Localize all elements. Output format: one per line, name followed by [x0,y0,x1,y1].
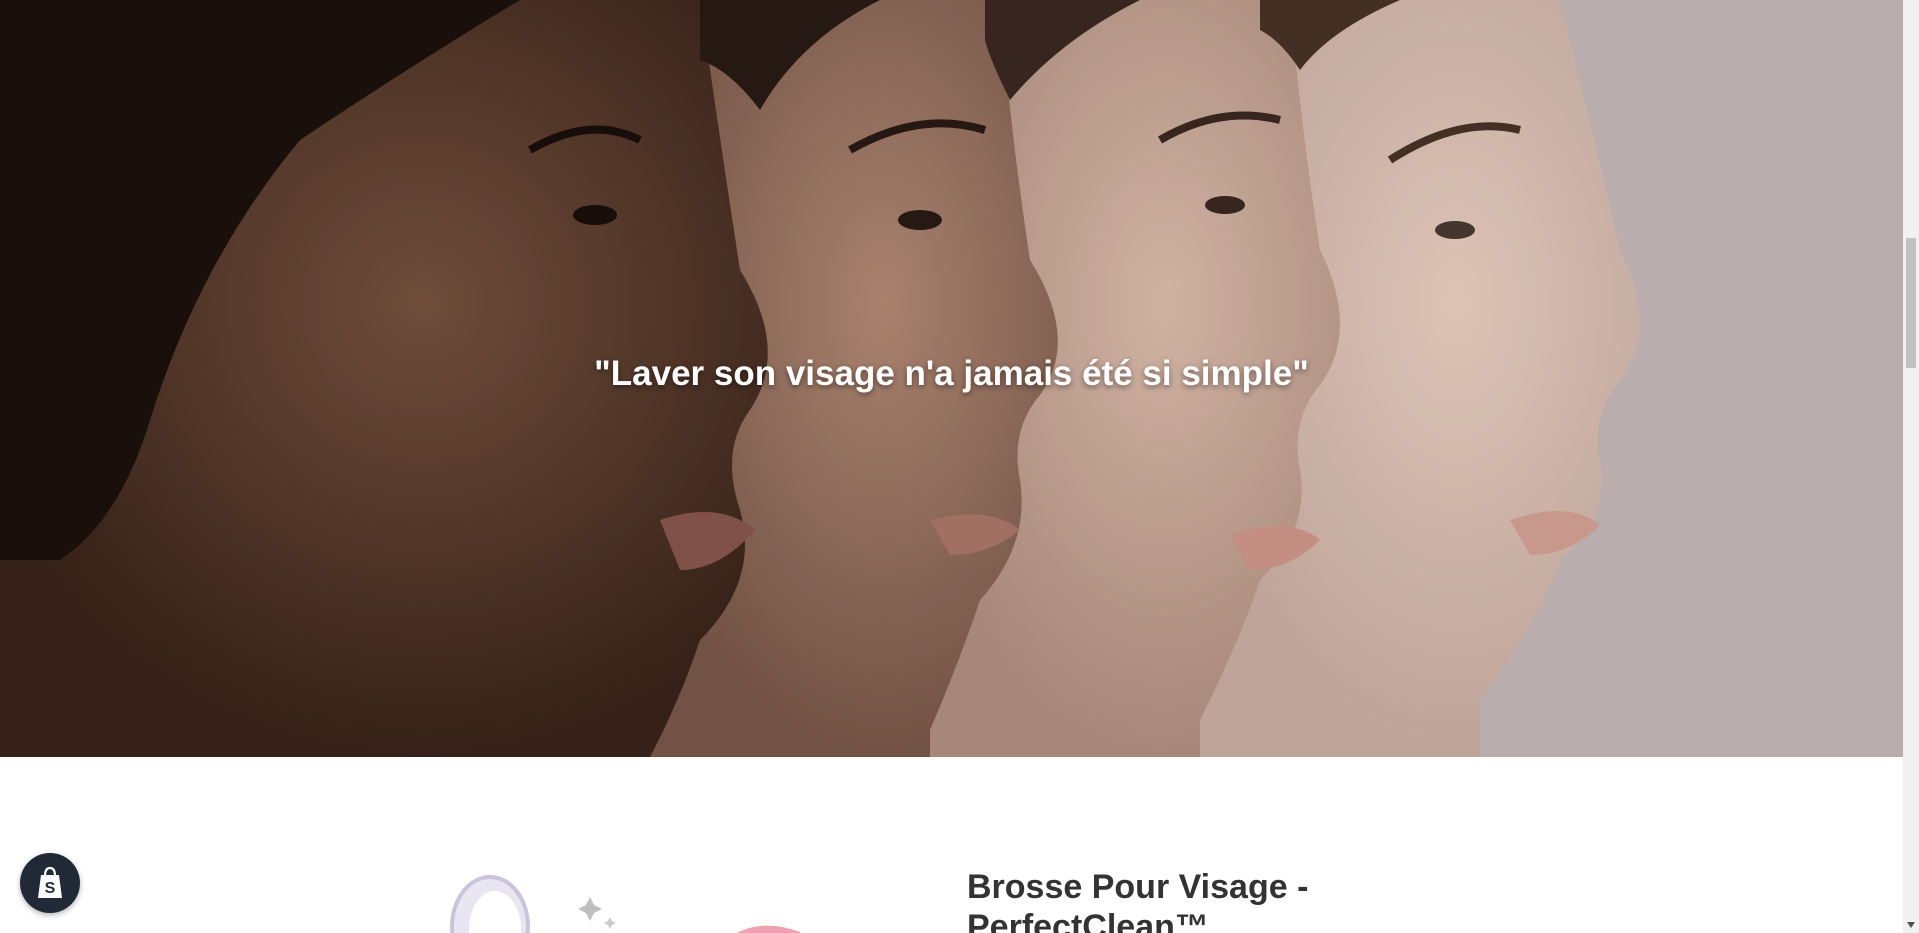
hero-quote: "Laver son visage n'a jamais été si simp… [594,354,1309,393]
page: "Laver son visage n'a jamais été si simp… [0,0,1919,933]
shopify-bag-icon: S [38,866,62,898]
scrollbar-thumb[interactable] [1906,238,1916,368]
svg-text:S: S [45,880,56,897]
page-scrollbar[interactable] [1903,0,1919,933]
hero-banner: "Laver son visage n'a jamais été si simp… [0,0,1903,757]
scroll-down-arrow-icon[interactable] [1906,920,1916,930]
product-title: Brosse Pour Visage - PerfectClean™ [967,868,1309,933]
shopify-badge-button[interactable]: S [20,853,80,913]
product-section: Brosse Pour Visage - PerfectClean™ [0,757,1903,933]
brush-product-image [450,875,800,933]
product-image[interactable] [440,857,900,933]
